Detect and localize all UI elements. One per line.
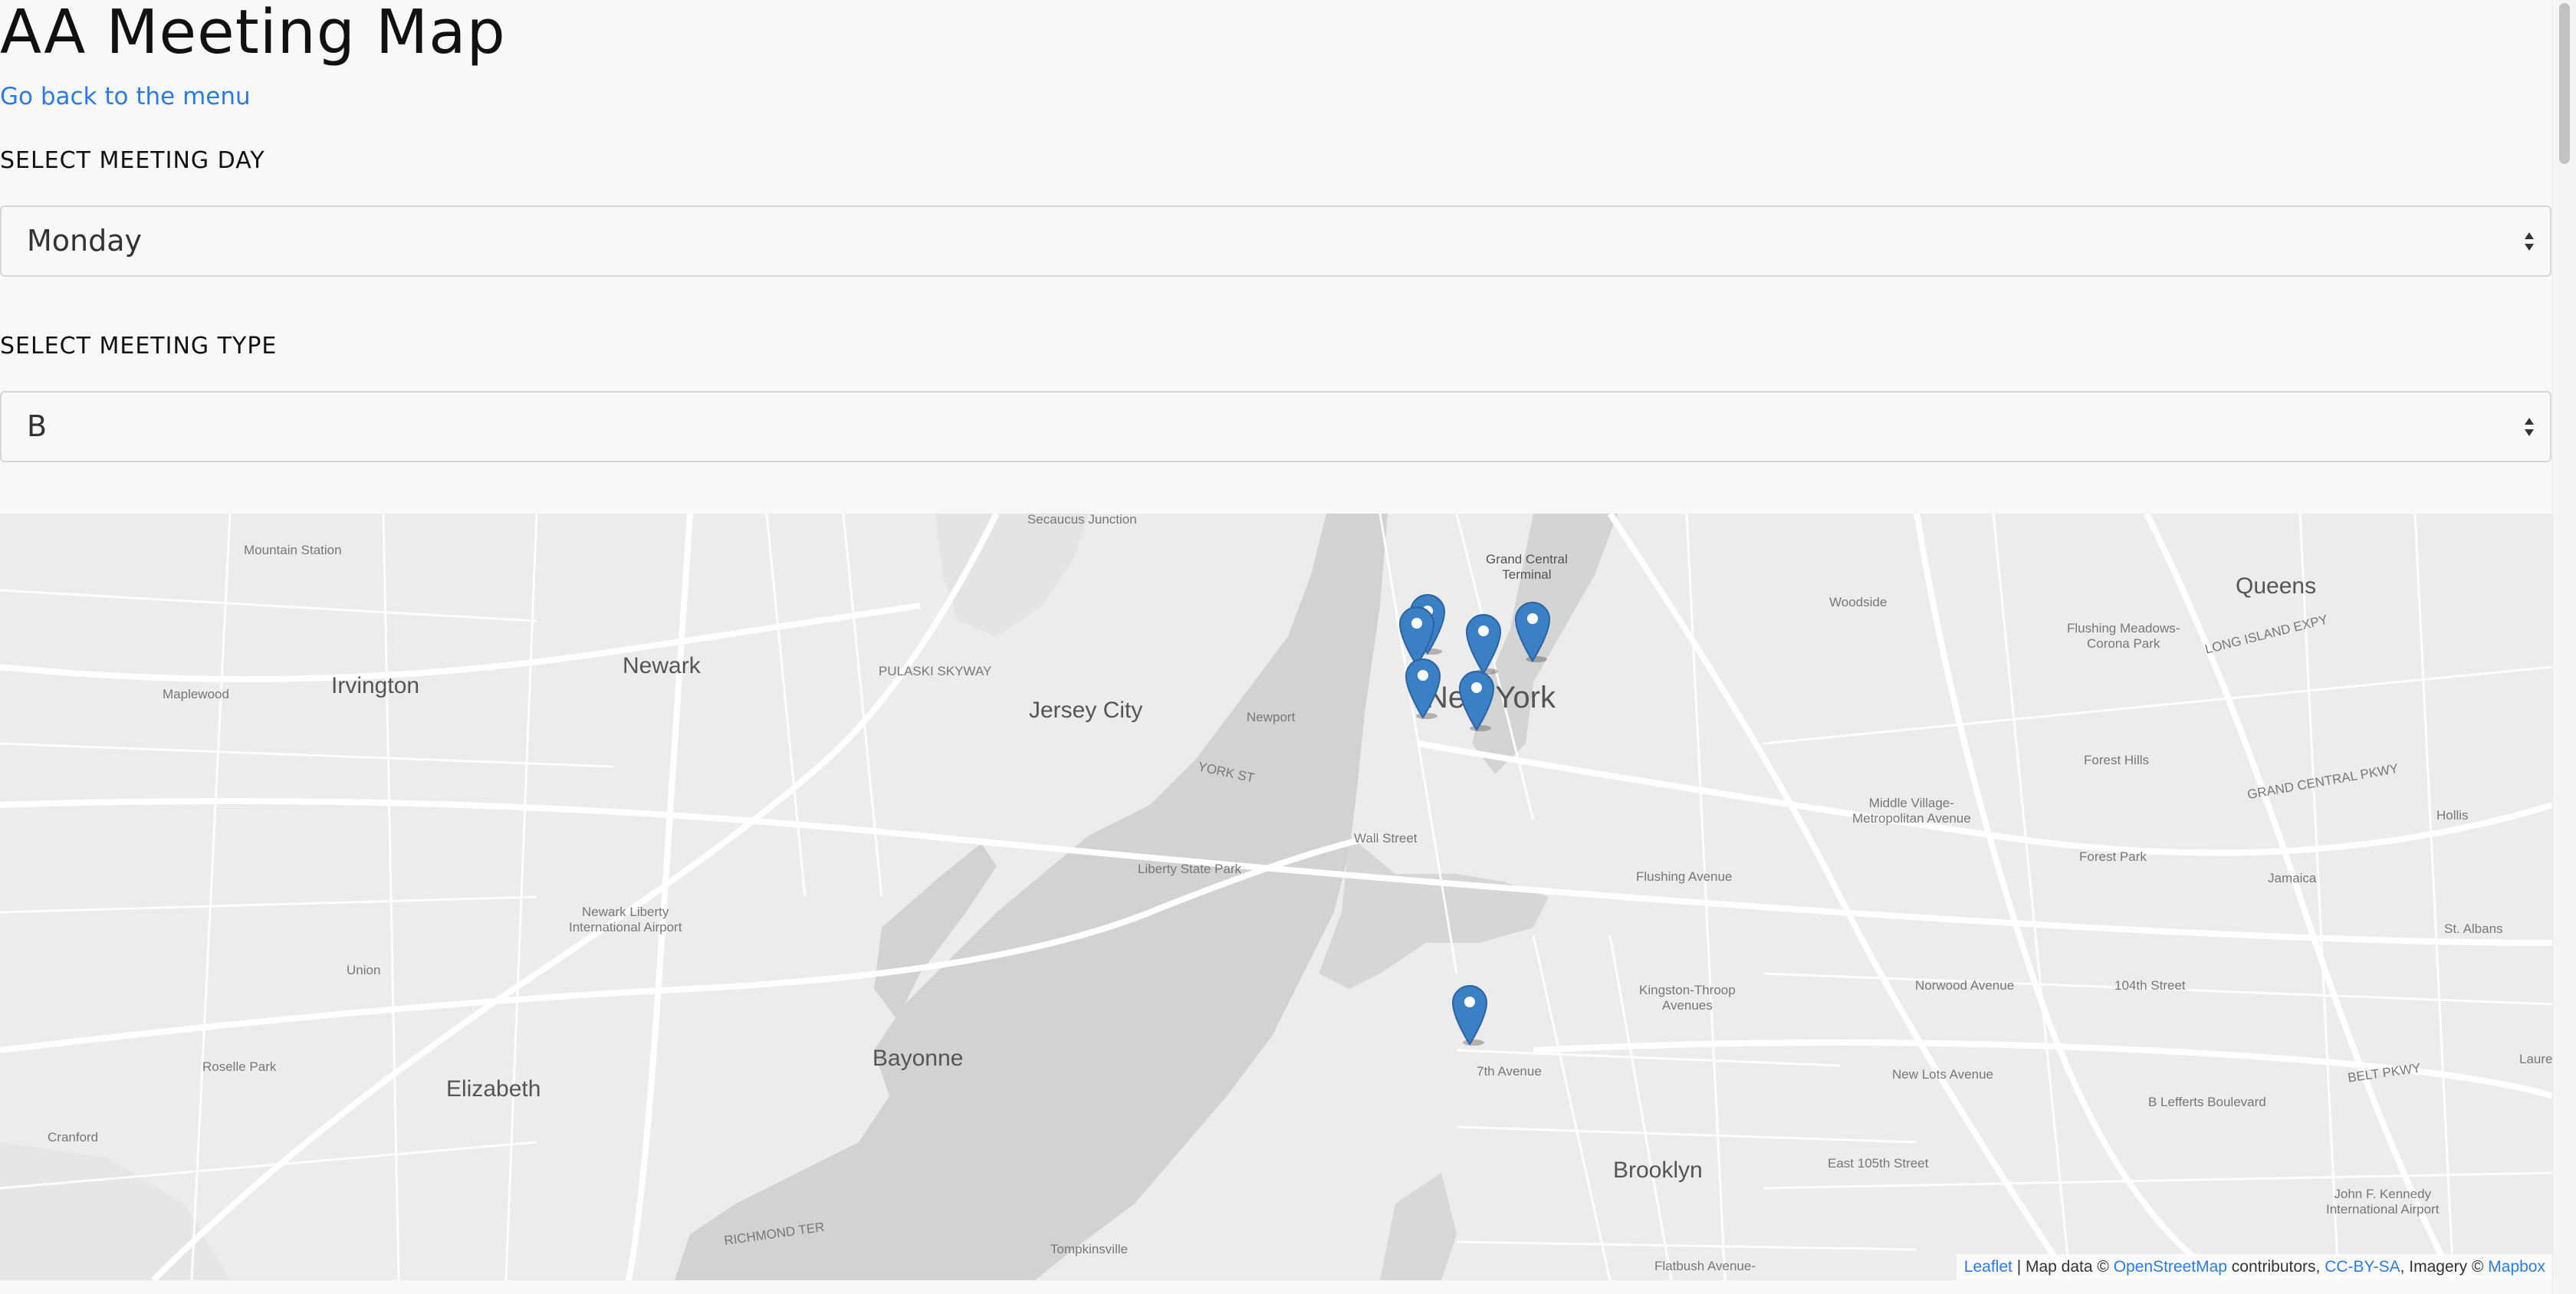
attribution-text: , Imagery © bbox=[2400, 1258, 2489, 1276]
map-label: Newark Liberty International Airport bbox=[569, 905, 682, 934]
map-label: Irvington bbox=[331, 673, 420, 698]
map-label: Forest Park bbox=[2079, 849, 2147, 864]
map-label: Union bbox=[347, 963, 381, 977]
leaflet-link[interactable]: Leaflet bbox=[1964, 1258, 2013, 1276]
map-label: Brooklyn bbox=[1613, 1158, 1703, 1183]
map-label: Norwood Avenue bbox=[1915, 978, 2015, 993]
map-label: St. Albans bbox=[2444, 921, 2503, 936]
map-label: Bayonne bbox=[872, 1046, 964, 1071]
meeting-type-select[interactable]: B bbox=[0, 391, 2551, 462]
map-label: Grand Central Terminal bbox=[1486, 552, 1568, 582]
map-label: Elizabeth bbox=[446, 1076, 541, 1102]
attribution-text: contributors, bbox=[2226, 1258, 2325, 1276]
meeting-day-value: Monday bbox=[27, 224, 143, 258]
map-label: New Lots Avenue bbox=[1892, 1067, 1993, 1082]
meeting-day-label: SELECT MEETING DAY bbox=[0, 147, 265, 174]
map-label: Jamaica bbox=[2268, 871, 2317, 885]
mapbox-link[interactable]: Mapbox bbox=[2488, 1258, 2545, 1276]
map-label: Laurelt bbox=[2519, 1052, 2553, 1066]
select-arrows-icon bbox=[2525, 232, 2534, 251]
map-label: PULASKI SKYWAY bbox=[879, 664, 992, 678]
license-link[interactable]: CC-BY-SA bbox=[2325, 1258, 2400, 1276]
map-label: Liberty State Park bbox=[1138, 862, 1242, 876]
page-title: AA Meeting Map bbox=[0, 0, 506, 67]
map-label: Hollis bbox=[2436, 808, 2469, 823]
map-label: Newark bbox=[623, 653, 701, 678]
page-scrollbar[interactable] bbox=[2552, 0, 2576, 1294]
map-pin-icon[interactable] bbox=[1451, 983, 1489, 1046]
map-label: 7th Avenue bbox=[1477, 1064, 1542, 1079]
map-label: Maplewood bbox=[163, 687, 229, 701]
map-label: Secaucus Junction bbox=[1027, 514, 1137, 527]
map-label: Newport bbox=[1247, 710, 1296, 724]
map-label: Forest Hills bbox=[2084, 753, 2150, 767]
meeting-type-label: SELECT MEETING TYPE bbox=[0, 333, 278, 360]
map-label: Cranford bbox=[48, 1130, 99, 1145]
meeting-day-select[interactable]: Monday bbox=[0, 205, 2551, 277]
map-pin-icon[interactable] bbox=[1457, 668, 1496, 731]
openstreetmap-link[interactable]: OpenStreetMap bbox=[2114, 1258, 2227, 1276]
map-label: B Lefferts Boulevard bbox=[2148, 1095, 2266, 1109]
map-label: Tompkinsville bbox=[1050, 1242, 1129, 1256]
map-label: 104th Street bbox=[2114, 978, 2186, 993]
meeting-type-value: B bbox=[27, 409, 48, 443]
attribution-text: | Map data © bbox=[2012, 1258, 2114, 1276]
map-label: Middle Village- Metropolitan Avenue bbox=[1852, 796, 1971, 826]
map-pin-icon[interactable] bbox=[1513, 599, 1552, 662]
map-label: Jersey City bbox=[1029, 698, 1143, 723]
map-label: Flatbush Avenue- bbox=[1654, 1259, 1756, 1273]
map-label: Kingston-Throop Avenues bbox=[1639, 983, 1736, 1013]
map-label: Mountain Station bbox=[244, 543, 342, 557]
map-label: East 105th Street bbox=[1828, 1156, 1929, 1171]
map-pin-icon[interactable] bbox=[1404, 656, 1442, 719]
map-pin-icon[interactable] bbox=[1464, 612, 1503, 675]
map-label: Woodside bbox=[1829, 595, 1888, 609]
map-label: Wall Street bbox=[1354, 831, 1418, 846]
map-label: Roselle Park bbox=[202, 1059, 277, 1074]
meeting-map[interactable]: Secaucus Junction Mountain Station Irvin… bbox=[0, 514, 2553, 1280]
map-label: Flushing Meadows- Corona Park bbox=[2067, 621, 2180, 651]
select-arrows-icon bbox=[2525, 418, 2534, 436]
map-label: Flushing Avenue bbox=[1636, 869, 1733, 884]
scrollbar-thumb[interactable] bbox=[2559, 3, 2570, 164]
back-to-menu-link[interactable]: Go back to the menu bbox=[0, 81, 251, 112]
map-label: John F. Kennedy International Airport bbox=[2326, 1187, 2440, 1217]
map-attribution: Leaflet | Map data © OpenStreetMap contr… bbox=[1956, 1254, 2553, 1280]
map-label: Queens bbox=[2236, 573, 2317, 599]
